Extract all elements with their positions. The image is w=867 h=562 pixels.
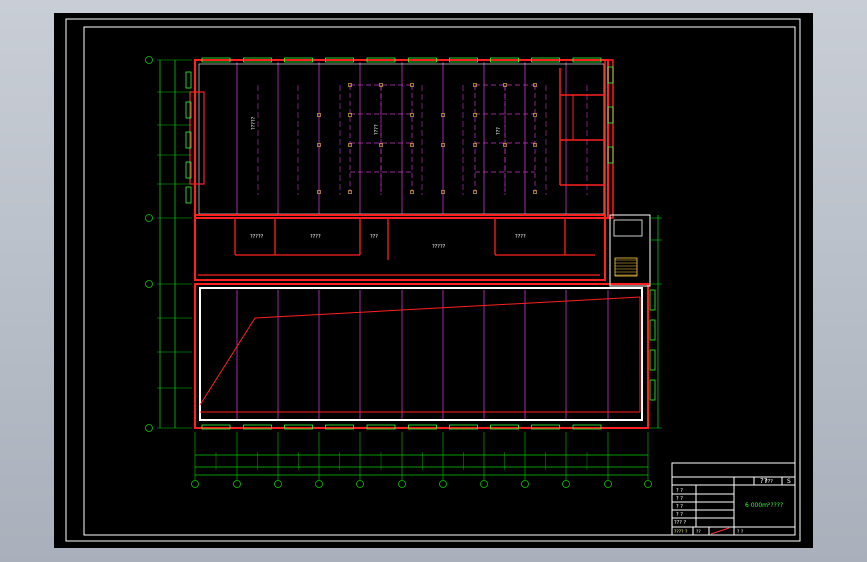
toilet-box	[613, 219, 643, 237]
axis-bubble-bottom	[315, 480, 323, 488]
lower-wall	[194, 283, 649, 429]
middle-block-wall	[194, 214, 606, 281]
axis-bubble-bottom	[480, 480, 488, 488]
window-right	[649, 289, 656, 311]
title-block-top-label: ???	[765, 479, 773, 485]
hall-label: ???	[496, 127, 502, 135]
title-block-row-3: ? ?	[676, 504, 683, 510]
title-block-bottom-3: ? ?	[737, 529, 744, 535]
crane-line	[199, 317, 256, 406]
axis-bubble-bottom	[274, 480, 282, 488]
title-block-top-num: S	[787, 478, 791, 485]
title-block-row-5: ??? ?	[674, 520, 687, 526]
room-label: ????	[310, 234, 321, 240]
room-label: ????	[515, 234, 526, 240]
window-left	[185, 71, 192, 89]
window-left	[185, 186, 192, 204]
stair-box	[609, 214, 651, 287]
plan-group: ?????????????????????????????????	[145, 56, 662, 488]
axis-bubble-left	[145, 424, 153, 432]
drawing-sheet: ????????????????????????????????? ?? ???…	[54, 13, 813, 548]
hall-label: ????	[374, 124, 380, 135]
window-right	[649, 319, 656, 341]
room-label: ?????	[250, 234, 264, 240]
axis-bubble-left	[145, 56, 153, 64]
window-right	[649, 379, 656, 401]
axis-bubble-bottom	[398, 480, 406, 488]
title-block: ?? ??? S 6 000m²???? ? ? ? ? ? ? ? ? ???…	[671, 462, 796, 536]
axis-bubble-bottom	[562, 480, 570, 488]
axis-bubble-bottom	[439, 480, 447, 488]
stair-flight	[614, 257, 638, 277]
room-label: ???	[370, 234, 378, 240]
crane-line	[254, 296, 641, 319]
title-block-row-1: ? ?	[676, 488, 683, 494]
title-block-area-text: 6 000m²????	[745, 502, 783, 509]
axis-bubble-left	[145, 214, 153, 222]
title-block-row-2: ? ?	[676, 496, 683, 502]
lower-inner-wall	[199, 287, 643, 421]
axis-bubble-left	[145, 280, 153, 288]
axis-bubble-bottom	[356, 480, 364, 488]
floor-plan-drawing: ????????????????????????????????? ?? ???…	[65, 18, 801, 542]
title-block-bottom-2: ??	[696, 529, 701, 535]
left-bay	[189, 91, 205, 185]
title-block-row-4: ? ?	[676, 512, 683, 518]
axis-bubble-bottom	[644, 480, 652, 488]
title-block-bottom-1: ???? ?	[674, 529, 688, 535]
room-label: ?????	[432, 244, 446, 250]
hall-label: ?????	[251, 116, 257, 130]
axis-bubble-bottom	[521, 480, 529, 488]
upper-inner-wall	[198, 63, 605, 215]
axis-bubble-bottom	[604, 480, 612, 488]
axis-bubble-bottom	[191, 480, 199, 488]
window-right	[649, 349, 656, 371]
axis-bubble-bottom	[233, 480, 241, 488]
